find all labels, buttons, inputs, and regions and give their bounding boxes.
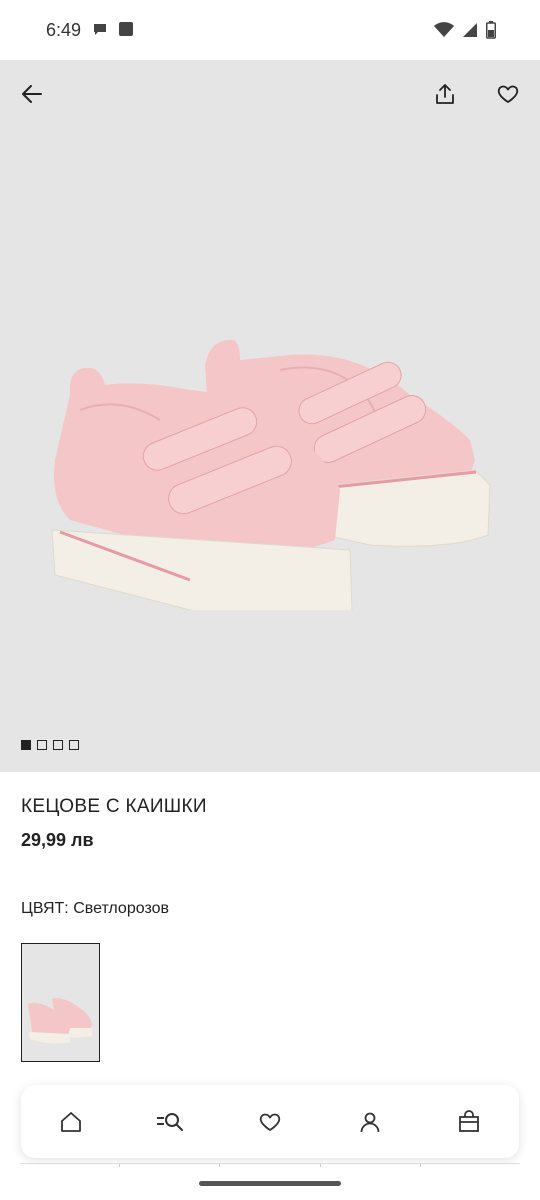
- product-image-gallery[interactable]: [0, 60, 540, 772]
- gesture-home-indicator[interactable]: [199, 1181, 341, 1186]
- share-button[interactable]: [427, 76, 463, 112]
- home-icon: [60, 1111, 81, 1132]
- image-pagination: [21, 740, 79, 750]
- nav-search[interactable]: [140, 1092, 200, 1152]
- arrow-left-icon: [22, 85, 42, 103]
- pagination-dot[interactable]: [53, 740, 63, 750]
- cellular-signal-icon: [463, 23, 477, 37]
- product-price: 29,99 лв: [21, 830, 94, 850]
- chat-notification-icon: [94, 24, 106, 35]
- user-icon: [360, 1112, 379, 1132]
- product-title: КЕЦОВЕ С КАИШКИ: [21, 796, 207, 817]
- heart-icon: [497, 85, 519, 103]
- share-icon: [436, 84, 454, 104]
- status-bar: 6:49: [0, 0, 540, 60]
- favorite-button[interactable]: [490, 76, 526, 112]
- pagination-dot-active[interactable]: [21, 740, 31, 750]
- bottom-navigation: [21, 1085, 519, 1158]
- swatch-thumbnail: [22, 944, 98, 1060]
- pagination-dot[interactable]: [37, 740, 47, 750]
- product-image: [51, 339, 491, 610]
- color-swatch[interactable]: [21, 943, 100, 1062]
- heart-icon: [259, 1113, 281, 1131]
- wifi-icon: [434, 22, 454, 37]
- nav-bag[interactable]: [439, 1092, 499, 1152]
- nav-favorites[interactable]: [240, 1092, 300, 1152]
- search-icon: [157, 1112, 184, 1131]
- battery-icon: [486, 21, 496, 39]
- pagination-dot[interactable]: [69, 740, 79, 750]
- nav-home[interactable]: [41, 1092, 101, 1152]
- nav-divider: [20, 1163, 521, 1167]
- back-button[interactable]: [14, 76, 50, 112]
- color-label: ЦВЯТ: Светлорозов: [21, 900, 169, 917]
- status-time: 6:49: [46, 20, 82, 40]
- nav-account[interactable]: [340, 1092, 400, 1152]
- shopping-bag-icon: [459, 1109, 480, 1132]
- app-notification-icon: [119, 22, 133, 36]
- product-info: КЕЦОВЕ С КАИШКИ 29,99 лв: [21, 796, 521, 851]
